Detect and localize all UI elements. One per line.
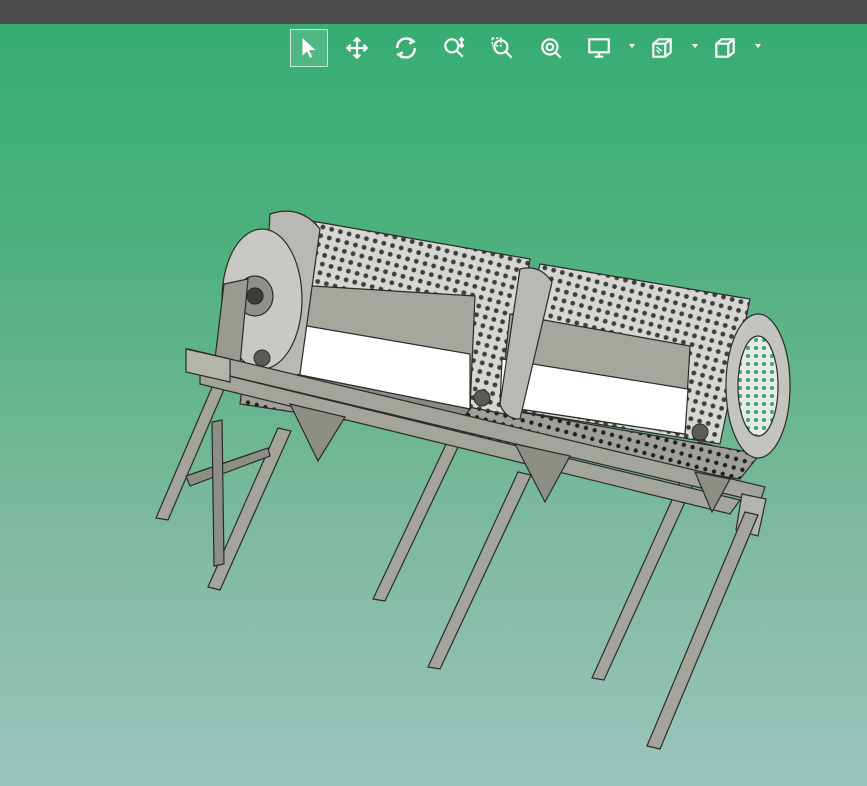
display-mode-dropdown[interactable] bbox=[627, 40, 637, 52]
section-view-button[interactable] bbox=[643, 29, 681, 67]
view-orientation-button[interactable] bbox=[706, 29, 744, 67]
trommel-screen-model[interactable] bbox=[0, 24, 867, 786]
zoom-fit-button[interactable] bbox=[532, 29, 570, 67]
3d-viewport[interactable] bbox=[0, 24, 867, 786]
zoom-window-button[interactable] bbox=[483, 29, 521, 67]
view-orientation-dropdown[interactable] bbox=[753, 40, 763, 52]
drum-end-cap-left bbox=[214, 228, 303, 370]
zoom-updown-icon bbox=[444, 36, 465, 58]
section-view-dropdown[interactable] bbox=[690, 40, 700, 52]
drum-end-opening-right bbox=[725, 313, 791, 459]
move-arrows-icon bbox=[345, 36, 369, 60]
select-tool-button[interactable] bbox=[290, 29, 328, 67]
caret-down-icon bbox=[692, 44, 698, 48]
caret-down-icon bbox=[755, 44, 761, 48]
zoom-fit-icon bbox=[541, 38, 562, 59]
zoom-tool-button[interactable] bbox=[435, 29, 473, 67]
arrow-pointer-icon bbox=[302, 38, 316, 58]
section-cube-icon bbox=[652, 38, 672, 58]
pan-tool-button[interactable] bbox=[338, 29, 376, 67]
zoom-window-icon bbox=[491, 37, 513, 59]
cube-icon bbox=[715, 38, 735, 58]
rotate-tool-button[interactable] bbox=[387, 29, 425, 67]
view-toolbar bbox=[288, 28, 768, 68]
window-titlebar bbox=[0, 0, 867, 24]
caret-down-icon bbox=[629, 44, 635, 48]
rotate-icon bbox=[396, 37, 416, 59]
display-mode-button[interactable] bbox=[580, 29, 618, 67]
monitor-icon bbox=[588, 38, 610, 58]
